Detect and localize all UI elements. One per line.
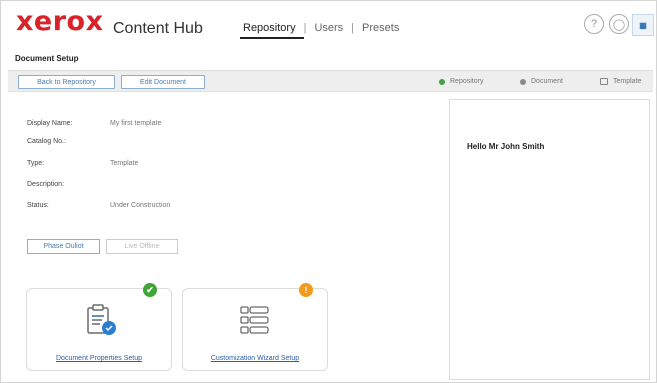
nav-separator: |	[351, 22, 355, 34]
preview-text: Hello Mr John Smith	[467, 142, 545, 151]
nav-separator: |	[303, 22, 307, 34]
phase-out-button[interactable]: Phase Ouliot	[27, 239, 100, 254]
customization-wizard-link[interactable]: Customization Wizard Setup	[183, 355, 327, 362]
edit-document-button[interactable]: Edit Document	[121, 75, 205, 89]
page-title: Document Setup	[15, 54, 79, 63]
warning-badge-icon: !	[299, 283, 313, 297]
wizard-list-icon	[240, 306, 269, 334]
status-dot-icon	[439, 78, 445, 85]
customization-wizard-card[interactable]: ! Customization Wizard Setup	[182, 283, 328, 371]
status-dot-icon	[520, 78, 526, 85]
prop-value-type: Template	[110, 160, 139, 167]
document-properties-card[interactable]: ✔ Document Properties Setup	[26, 283, 172, 371]
legend-repository: Repository	[439, 78, 483, 85]
check-badge-icon: ✔	[143, 283, 157, 297]
document-preview: Hello Mr John Smith	[449, 99, 650, 380]
document-icon	[600, 78, 608, 85]
legend-document: Document	[520, 78, 563, 85]
prop-label-status: Status:	[27, 202, 49, 209]
user-icon[interactable]: ◯	[609, 14, 629, 34]
top-nav: Repository | Users | Presets	[243, 22, 399, 34]
tab-users[interactable]: Users	[314, 22, 343, 34]
active-tab-indicator	[240, 37, 304, 39]
tab-repository[interactable]: Repository	[243, 22, 296, 34]
prop-value-status: Under Construction	[110, 202, 171, 209]
document-properties-link[interactable]: Document Properties Setup	[27, 355, 171, 362]
toolbar: Back to Repository Edit Document Reposit…	[8, 70, 653, 92]
document-properties-icon	[87, 304, 116, 335]
prop-label-description: Description:	[27, 181, 64, 188]
back-to-repository-button[interactable]: Back to Repository	[18, 75, 115, 89]
legend-template: Template	[600, 78, 641, 85]
help-icon[interactable]: ?	[584, 14, 604, 34]
xerox-logo: xerox	[16, 6, 104, 37]
prop-label-catalog-no: Catalog No.:	[27, 138, 66, 145]
prop-label-type: Type:	[27, 160, 45, 167]
prop-label-display-name: Display Name:	[27, 120, 73, 127]
apps-grid-icon[interactable]: ▦	[632, 14, 654, 36]
live-offline-button[interactable]: Live Offline	[106, 239, 178, 254]
prop-value-display-name: My first template	[110, 120, 162, 127]
tab-presets[interactable]: Presets	[362, 22, 399, 34]
app-name: Content Hub	[113, 20, 203, 37]
